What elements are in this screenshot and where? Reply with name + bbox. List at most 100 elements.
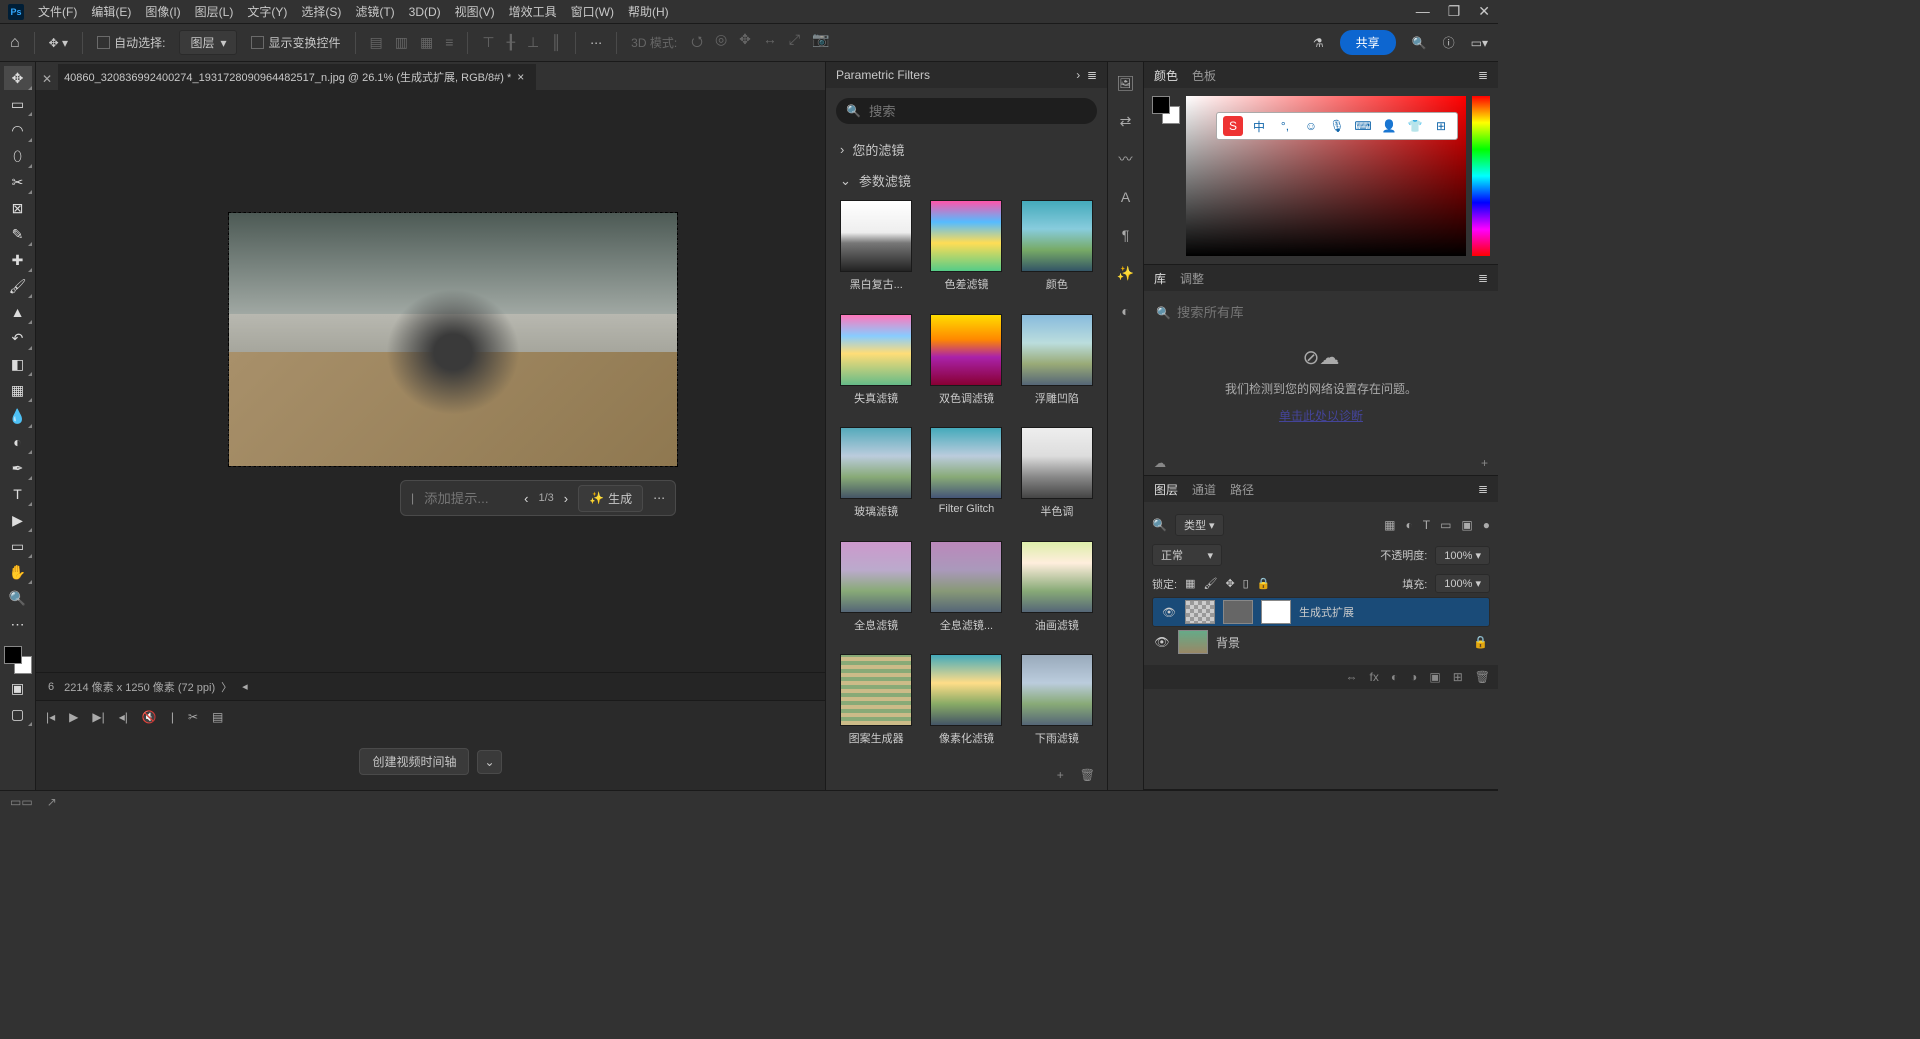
layer-kind-select[interactable]: 类型 ▾: [1175, 514, 1224, 536]
ime-keyboard-icon[interactable]: ⌨: [1353, 116, 1373, 136]
tab-paths[interactable]: 路径: [1230, 481, 1254, 498]
tab-adjustments[interactable]: 调整: [1180, 270, 1204, 287]
gen-next-icon[interactable]: ›: [564, 491, 568, 506]
tab-libraries[interactable]: 库: [1154, 270, 1166, 287]
ime-skin-icon[interactable]: 👕: [1405, 116, 1425, 136]
create-timeline-dropdown[interactable]: ⌄: [477, 750, 501, 774]
filter-item[interactable]: 浮雕凹陷: [1017, 314, 1097, 416]
tab-swatches[interactable]: 色板: [1192, 67, 1216, 84]
filter-item[interactable]: Filter Glitch: [926, 427, 1006, 529]
filter-item[interactable]: 半色调: [1017, 427, 1097, 529]
visibility-icon[interactable]: 👁: [1154, 635, 1170, 649]
filter-item[interactable]: 玻璃滤镜: [836, 427, 916, 529]
dock-adjust-icon[interactable]: ⇄: [1115, 110, 1137, 132]
move-tool-icon[interactable]: ✥ ▾: [49, 36, 68, 50]
filter-item[interactable]: 油画滤镜: [1017, 541, 1097, 643]
lib-menu-icon[interactable]: ≣: [1478, 271, 1488, 285]
lock-icon[interactable]: 🔒: [1473, 635, 1488, 649]
tab-layers[interactable]: 图层: [1154, 481, 1178, 498]
hand-tool[interactable]: ✋: [4, 560, 32, 584]
filter-item[interactable]: 全息滤镜: [836, 541, 916, 643]
tab-color[interactable]: 颜色: [1154, 67, 1178, 84]
lock-pos-icon[interactable]: ✥: [1225, 577, 1234, 590]
group-icon[interactable]: ▣: [1429, 670, 1440, 684]
filters-menu-icon[interactable]: ≣: [1087, 68, 1097, 82]
filters-trash-icon[interactable]: 🗑: [1080, 768, 1095, 782]
filter-item[interactable]: 全息滤镜...: [926, 541, 1006, 643]
filter-item[interactable]: 双色调滤镜: [926, 314, 1006, 416]
screen-mode-icon[interactable]: ▢: [4, 702, 32, 726]
home-icon[interactable]: ⌂: [10, 34, 20, 52]
dock-brush-icon[interactable]: ✨: [1115, 262, 1137, 284]
zoom-tool[interactable]: 🔍: [4, 586, 32, 610]
canvas[interactable]: | ‹ 1/3 › ✨生成 ⋯: [36, 90, 825, 672]
export-icon[interactable]: ↗: [47, 795, 57, 809]
color-picker-field[interactable]: S 中 °, ☺ 🎙 ⌨ 👤 👕 ⊞: [1186, 96, 1466, 256]
workspace-icon[interactable]: ▭▾: [1471, 36, 1488, 50]
layer-name[interactable]: 生成式扩展: [1299, 604, 1481, 620]
align-more-icon[interactable]: ≡: [445, 34, 453, 51]
hue-slider[interactable]: [1472, 96, 1490, 256]
tl-prevframe-icon[interactable]: ◂|: [119, 710, 128, 724]
tl-cut-icon[interactable]: ✂: [188, 710, 198, 724]
lib-cloud-icon[interactable]: ☁: [1154, 456, 1166, 470]
lock-trans-icon[interactable]: ▦: [1185, 577, 1195, 590]
quick-mask-icon[interactable]: ▣: [4, 676, 32, 700]
3d-roll-icon[interactable]: ◎: [715, 31, 727, 55]
align-right-icon[interactable]: ▦: [420, 34, 433, 51]
tl-transition-icon[interactable]: ▤: [212, 710, 223, 724]
ime-tools-icon[interactable]: ⊞: [1431, 116, 1451, 136]
menu-view[interactable]: 视图(V): [455, 3, 495, 20]
menu-type[interactable]: 文字(Y): [247, 3, 287, 20]
tl-play-icon[interactable]: ▶: [69, 710, 78, 724]
filter-pixel-icon[interactable]: ▦: [1384, 518, 1395, 532]
lib-search[interactable]: 🔍: [1152, 299, 1490, 326]
fill-value[interactable]: 100% ▾: [1435, 574, 1490, 593]
heal-tool[interactable]: ✚: [4, 248, 32, 272]
menu-filter[interactable]: 滤镜(T): [355, 3, 394, 20]
filter-shape-icon[interactable]: ▭: [1440, 518, 1451, 532]
layer-row[interactable]: 👁 背景 🔒: [1152, 627, 1490, 657]
path-select-tool[interactable]: ▶: [4, 508, 32, 532]
menu-file[interactable]: 文件(F): [38, 3, 77, 20]
stamp-tool[interactable]: ▲: [4, 300, 32, 324]
history-brush-tool[interactable]: ↶: [4, 326, 32, 350]
layers-menu-icon[interactable]: ≣: [1478, 482, 1488, 496]
dock-char-icon[interactable]: A: [1115, 186, 1137, 208]
move-tool[interactable]: ✥: [4, 66, 32, 90]
filter-item[interactable]: 失真滤镜: [836, 314, 916, 416]
filter-type-icon[interactable]: T: [1423, 518, 1430, 532]
document-tab[interactable]: 40860_320836992400274_193172809096448251…: [58, 64, 536, 90]
pen-tool[interactable]: ✒: [4, 456, 32, 480]
3d-orbit-icon[interactable]: ⭯: [691, 31, 703, 55]
align-center-h-icon[interactable]: ▥: [395, 34, 408, 51]
tl-mute-icon[interactable]: 🔇: [142, 710, 157, 724]
distribute-icon[interactable]: ║: [551, 34, 561, 51]
filter-search-icon[interactable]: 🔍: [1152, 518, 1167, 532]
menu-select[interactable]: 选择(S): [301, 3, 341, 20]
tl-first-icon[interactable]: |◂: [46, 710, 55, 724]
link-layers-icon[interactable]: ⇔: [1346, 670, 1358, 684]
align-left-icon[interactable]: ▤: [370, 34, 383, 51]
adjust-layer-icon[interactable]: ◑: [1410, 670, 1417, 684]
minimize-icon[interactable]: —: [1416, 3, 1430, 20]
help-icon[interactable]: ⓘ: [1443, 34, 1455, 51]
your-filters-section[interactable]: › 您的滤镜: [826, 134, 1107, 165]
close-tab-icon[interactable]: ×: [517, 70, 524, 84]
quick-select-tool[interactable]: ⬯: [4, 144, 32, 168]
ime-emoji-icon[interactable]: ☺: [1301, 116, 1321, 136]
ime-punct-icon[interactable]: °,: [1275, 116, 1295, 136]
filters-add-icon[interactable]: +: [1057, 768, 1064, 782]
menu-edit[interactable]: 编辑(E): [91, 3, 131, 20]
color-fgbg[interactable]: [1152, 96, 1180, 124]
menu-layer[interactable]: 图层(L): [195, 3, 234, 20]
lib-diagnose-link[interactable]: 单击此处以诊断: [1279, 407, 1363, 424]
search-icon[interactable]: 🔍: [1412, 36, 1427, 50]
filter-item[interactable]: 像素化滤镜: [926, 654, 1006, 756]
layer-name[interactable]: 背景: [1216, 634, 1465, 651]
show-transform-checkbox[interactable]: 显示变换控件: [251, 34, 340, 51]
lib-add-icon[interactable]: +: [1481, 456, 1488, 470]
layer-row[interactable]: 👁生成式扩展: [1152, 597, 1490, 627]
3d-slide-icon[interactable]: ↔: [763, 31, 777, 55]
create-timeline-button[interactable]: 创建视频时间轴: [359, 748, 469, 775]
